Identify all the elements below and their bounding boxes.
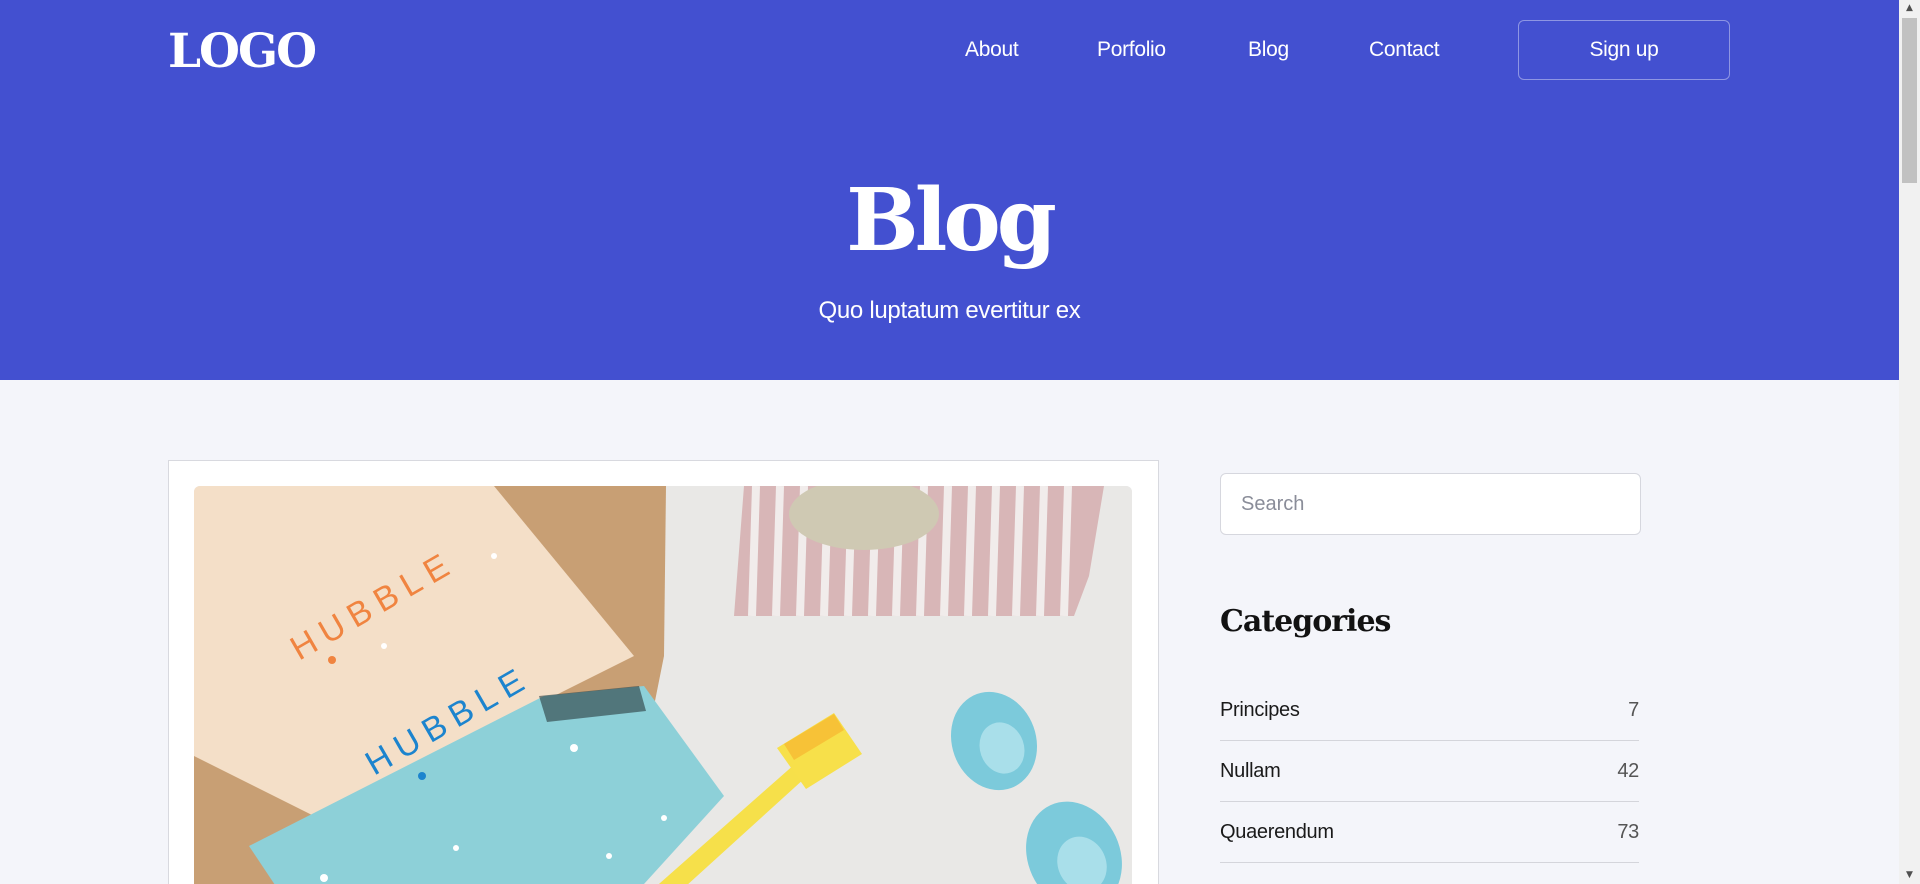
page-subtitle: Quo luptatum evertitur ex: [818, 297, 1081, 324]
page-title: Blog: [846, 170, 1057, 271]
category-name: Nullam: [1220, 759, 1281, 782]
triangle-down-icon[interactable]: ▼: [1899, 867, 1920, 884]
nav-link-contact[interactable]: Contact: [1369, 36, 1440, 64]
category-count: 7: [1628, 698, 1639, 721]
category-name: Principes: [1220, 698, 1300, 721]
category-count: 73: [1617, 820, 1639, 843]
vertical-scrollbar[interactable]: ▲ ▼: [1899, 0, 1920, 884]
category-item-nullam[interactable]: Nullam 42: [1220, 741, 1639, 802]
logo[interactable]: LOGO: [168, 22, 317, 82]
category-item-quaerendum[interactable]: Quaerendum 73: [1220, 802, 1639, 863]
post-featured-image[interactable]: HUBBLE HUBBLE: [194, 486, 1132, 884]
categories-heading: Categories: [1220, 604, 1391, 639]
triangle-up-icon[interactable]: ▲: [1899, 0, 1920, 17]
nav-link-blog[interactable]: Blog: [1248, 36, 1289, 64]
categories-list: Principes 7 Nullam 42 Quaerendum 73: [1220, 680, 1639, 863]
nav-link-portfolio[interactable]: Porfolio: [1097, 36, 1166, 64]
category-count: 42: [1617, 759, 1639, 782]
scrollbar-thumb[interactable]: [1902, 18, 1917, 183]
category-name: Quaerendum: [1220, 820, 1334, 843]
nav-link-about[interactable]: About: [965, 36, 1019, 64]
sign-up-button[interactable]: Sign up: [1518, 20, 1730, 80]
category-item-principes[interactable]: Principes 7: [1220, 680, 1639, 741]
blog-post-card[interactable]: HUBBLE HUBBLE: [168, 460, 1159, 884]
search-input[interactable]: [1220, 473, 1641, 535]
hero-header: LOGO About Porfolio Blog Contact Sign up…: [0, 0, 1899, 380]
